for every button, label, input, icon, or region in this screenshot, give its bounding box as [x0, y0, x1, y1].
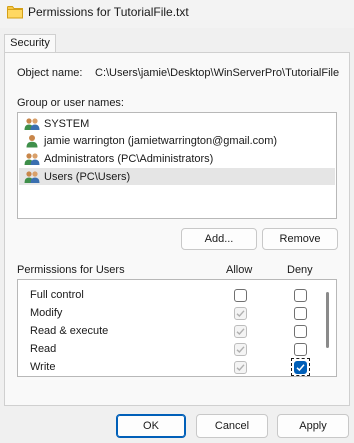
- deny-checkbox[interactable]: [294, 325, 307, 338]
- scrollbar-thumb[interactable]: [326, 292, 329, 348]
- permission-row-modify: Modify: [18, 304, 318, 322]
- dialog-footer: OK Cancel Apply: [0, 406, 354, 443]
- deny-column-header: Deny: [287, 264, 313, 276]
- title-bar: Permissions for TutorialFile.txt: [0, 0, 354, 28]
- remove-button[interactable]: Remove: [262, 228, 338, 250]
- security-panel: Object name: C:\Users\jamie\Desktop\WinS…: [4, 52, 350, 406]
- permissions-list[interactable]: Full control Modify Read & execute Read: [17, 279, 337, 377]
- permission-name: Write: [30, 361, 56, 373]
- list-item-jamie[interactable]: jamie warrington (jamietwarrington@gmail…: [19, 132, 335, 149]
- object-name-value: C:\Users\jamie\Desktop\WinServerPro\Tuto…: [95, 67, 340, 79]
- permission-row-full-control: Full control: [18, 286, 318, 304]
- allow-checkbox[interactable]: [234, 307, 247, 320]
- group-user-list[interactable]: SYSTEM jamie warrington (jamietwarringto…: [17, 112, 337, 219]
- permissions-label: Permissions for Users: [17, 264, 125, 276]
- user-group-icon: [24, 152, 40, 165]
- checkmark-icon: [236, 310, 245, 317]
- user-group-icon: [24, 117, 40, 130]
- allow-checkbox[interactable]: [234, 325, 247, 338]
- user-group-icon: [24, 170, 40, 183]
- list-item-label: Users (PC\Users): [44, 170, 131, 183]
- allow-checkbox[interactable]: [234, 343, 247, 356]
- permission-row-read-execute: Read & execute: [18, 322, 318, 340]
- tab-strip: Security: [0, 30, 354, 53]
- list-item-label: Administrators (PC\Administrators): [44, 152, 214, 165]
- list-item-administrators[interactable]: Administrators (PC\Administrators): [19, 150, 335, 167]
- deny-checkbox[interactable]: [294, 289, 307, 302]
- deny-checkbox[interactable]: [294, 307, 307, 320]
- allow-column-header: Allow: [226, 264, 253, 276]
- list-item-system[interactable]: SYSTEM: [19, 115, 335, 132]
- permission-name: Read: [30, 343, 57, 355]
- folder-icon: [7, 6, 23, 19]
- apply-button[interactable]: Apply: [277, 414, 349, 438]
- checkmark-icon: [236, 346, 245, 353]
- permission-row-read: Read: [18, 340, 318, 358]
- list-item-label: SYSTEM: [44, 117, 90, 130]
- checkmark-icon: [236, 328, 245, 335]
- object-name-label: Object name:: [17, 67, 83, 79]
- cancel-button[interactable]: Cancel: [196, 414, 268, 438]
- list-item-label: jamie warrington (jamietwarrington@gmail…: [44, 134, 278, 147]
- tab-security[interactable]: Security: [4, 34, 56, 53]
- allow-checkbox[interactable]: [234, 289, 247, 302]
- add-button[interactable]: Add...: [181, 228, 257, 250]
- list-item-users[interactable]: Users (PC\Users): [19, 168, 335, 185]
- user-icon: [26, 134, 38, 147]
- window-title: Permissions for TutorialFile.txt: [28, 5, 189, 19]
- checkmark-icon: [296, 364, 305, 372]
- permission-name: Read & execute: [30, 325, 109, 337]
- deny-checkbox[interactable]: [294, 361, 307, 374]
- permission-name: Modify: [30, 307, 63, 319]
- permission-name: Full control: [30, 289, 84, 301]
- group-names-label: Group or user names:: [17, 97, 124, 109]
- permission-row-write: Write: [18, 358, 318, 376]
- ok-button[interactable]: OK: [116, 414, 186, 438]
- permissions-scrollbar[interactable]: [322, 282, 334, 374]
- allow-checkbox[interactable]: [234, 361, 247, 374]
- checkmark-icon: [236, 364, 245, 371]
- deny-checkbox[interactable]: [294, 343, 307, 356]
